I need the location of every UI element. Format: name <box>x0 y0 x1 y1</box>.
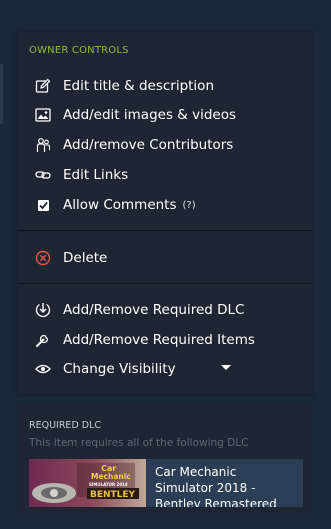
required-items-button[interactable]: Add/Remove Required Items <box>33 329 255 351</box>
divider <box>18 283 312 284</box>
required-dlc-subtitle: This item requires all of the following … <box>29 437 249 449</box>
owner-controls-panel: OWNER CONTROLS Edit title & description … <box>18 32 312 394</box>
eye-icon <box>33 359 53 379</box>
wrench-icon <box>33 330 53 350</box>
edit-links-button[interactable]: Edit Links <box>33 164 128 186</box>
allow-comments-toggle[interactable]: Allow Comments (?) <box>33 194 196 216</box>
delete-button[interactable]: Delete <box>33 247 107 269</box>
contributors-icon <box>33 135 53 155</box>
thumb-text-brand: BENTLEY <box>90 490 136 500</box>
owner-controls-title: OWNER CONTROLS <box>29 45 129 56</box>
dlc-thumbnail: Car Mechanic SIMULATOR 2018 BENTLEY <box>29 459 146 507</box>
scroll-edge <box>0 64 3 124</box>
checkbox-wrapper <box>33 195 53 215</box>
link-icon <box>33 165 53 185</box>
edit-title-label: Edit title & description <box>63 78 214 94</box>
required-dlc-title: REQUIRED DLC <box>29 420 102 431</box>
required-dlc-button[interactable]: Add/Remove Required DLC <box>33 299 244 321</box>
dlc-item-card[interactable]: Car Mechanic SIMULATOR 2018 BENTLEY Car … <box>29 459 303 507</box>
required-dlc-panel: REQUIRED DLC This item requires all of t… <box>18 403 312 513</box>
edit-images-button[interactable]: Add/edit images & videos <box>33 104 236 126</box>
delete-label: Delete <box>63 250 108 266</box>
change-visibility-dropdown[interactable]: Change Visibility <box>33 358 176 380</box>
edit-images-label: Add/edit images & videos <box>63 107 236 123</box>
pencil-icon <box>33 76 53 96</box>
thumb-text-line2: Mechanic <box>91 472 131 481</box>
thumb-text-line3: SIMULATOR 2018 <box>89 482 128 487</box>
dlc-download-icon <box>33 300 53 320</box>
required-dlc-label: Add/Remove Required DLC <box>63 302 245 318</box>
image-icon <box>33 105 53 125</box>
divider <box>18 230 312 231</box>
delete-icon <box>33 248 53 268</box>
dropdown-caret-icon[interactable] <box>221 365 231 370</box>
dlc-item-name: Car Mechanic Simulator 2018 - Bentley Re… <box>155 465 277 507</box>
edit-title-button[interactable]: Edit title & description <box>33 75 214 97</box>
required-items-label: Add/Remove Required Items <box>63 332 255 348</box>
help-link[interactable]: (?) <box>183 200 196 211</box>
contributors-label: Add/remove Contributors <box>63 137 234 153</box>
checkbox-icon[interactable] <box>37 199 49 211</box>
contributors-button[interactable]: Add/remove Contributors <box>33 134 233 156</box>
allow-comments-label: Allow Comments <box>63 197 177 213</box>
change-visibility-label: Change Visibility <box>63 361 176 377</box>
edit-links-label: Edit Links <box>63 167 129 183</box>
